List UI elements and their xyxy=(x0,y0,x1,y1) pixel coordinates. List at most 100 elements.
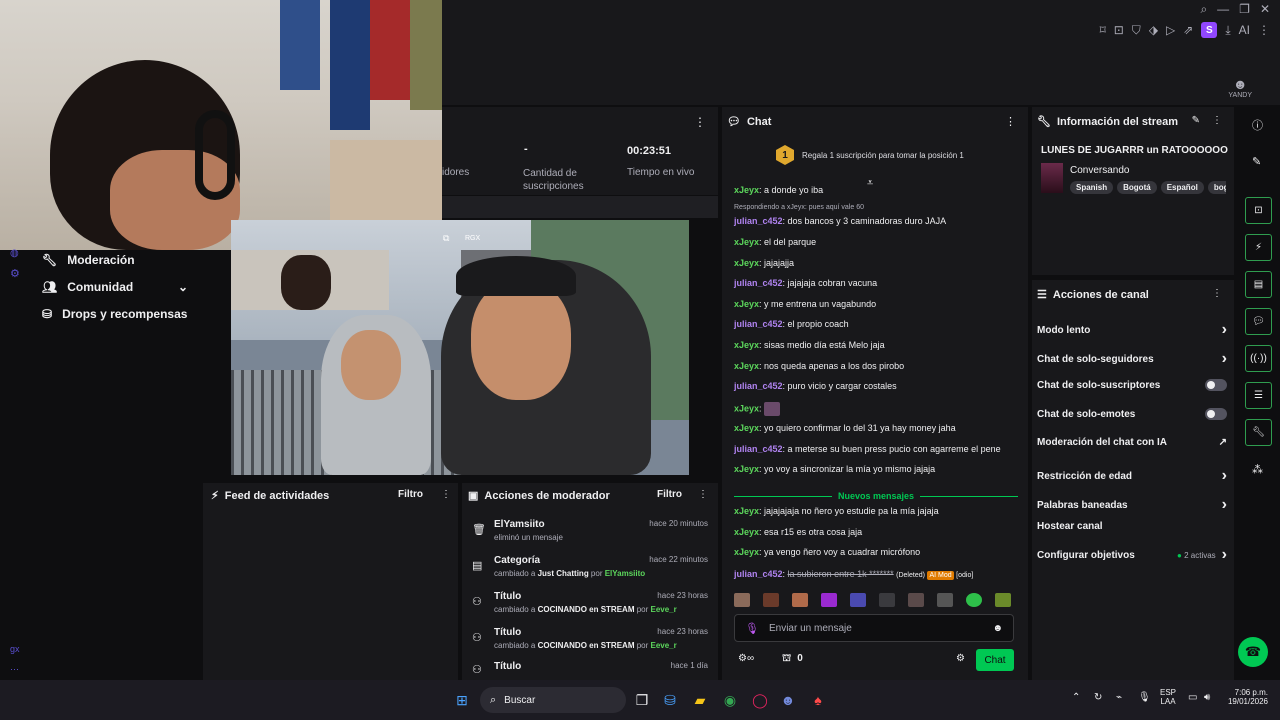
ai-button[interactable]: AI xyxy=(1239,23,1250,37)
emote[interactable] xyxy=(908,593,924,607)
chat-username[interactable]: julian_c452 xyxy=(734,278,783,288)
tag[interactable]: bog xyxy=(1207,181,1226,194)
network-icon[interactable]: ⌁ xyxy=(1116,692,1122,703)
minimize-icon[interactable]: — xyxy=(1217,2,1229,17)
mod-action-row[interactable]: ⚇ Título cambiado a COCINANDO en STREAM … xyxy=(472,591,708,614)
chat-username[interactable]: xJeyx xyxy=(734,547,759,557)
emote[interactable] xyxy=(966,593,982,607)
scroll-down-icon[interactable]: ⩡ xyxy=(867,177,873,190)
chat-username[interactable]: xJeyx xyxy=(734,361,759,371)
canal-row-5[interactable]: Moderación del chat con IA ↗ xyxy=(1037,437,1227,448)
mod-action-row[interactable]: 🗑︎ ElYamsiito eliminó un mensaje hace 20… xyxy=(472,519,708,542)
broadcast-icon[interactable]: ((·)) xyxy=(1245,345,1272,372)
windows-start-icon[interactable]: ⊞ xyxy=(450,688,474,712)
chat-username[interactable]: xJeyx xyxy=(734,258,759,268)
chat-message[interactable]: xJeyx: jajajajja xyxy=(734,258,794,268)
chat-message[interactable]: julian_c452: dos bancos y 3 caminadoras … xyxy=(734,216,946,226)
channel-points[interactable]: ⛫ 0 xyxy=(782,653,803,666)
tag-icon[interactable]: ⬗ xyxy=(1149,23,1158,37)
bolt-icon[interactable]: ⚡︎ xyxy=(1245,234,1272,261)
chat-message[interactable]: xJeyx: sisas medio día está Melo jaja xyxy=(734,340,885,350)
canal-row-2[interactable]: Chat de solo-seguidores › xyxy=(1037,350,1227,368)
document-icon[interactable]: ▤ xyxy=(1245,271,1272,298)
more-dots-icon[interactable]: ⋯ xyxy=(10,664,19,675)
bookmark-icon[interactable]: ⌑ xyxy=(1100,23,1106,37)
tray-chevron-icon[interactable]: ⌃ xyxy=(1072,692,1080,703)
chat-username[interactable]: julian_c452 xyxy=(734,319,783,329)
play-icon[interactable]: ▷ xyxy=(1166,23,1175,37)
chat-username[interactable]: xJeyx xyxy=(734,464,759,474)
display-icon[interactable]: ▭ xyxy=(1188,692,1197,703)
chat-settings-icon[interactable]: ⚙ xyxy=(956,653,965,664)
sync-icon[interactable]: ↻ xyxy=(1094,692,1102,703)
modact-filter-button[interactable]: Filtro xyxy=(657,489,682,500)
group-icon[interactable]: ⁂ xyxy=(1252,463,1263,476)
chat-message[interactable]: julian_c452: puro vicio y cargar costale… xyxy=(734,381,897,391)
chat-username[interactable]: julian_c452 xyxy=(734,216,783,226)
avatar[interactable]: S xyxy=(1201,22,1218,38)
tag[interactable]: Spanish xyxy=(1070,181,1114,194)
mic-icon[interactable]: 🎙︎ xyxy=(1138,692,1151,703)
emote[interactable] xyxy=(763,593,779,607)
emote[interactable] xyxy=(734,593,750,607)
crop-icon[interactable]: ⊡ xyxy=(1114,23,1124,37)
chat-username[interactable]: xJeyx xyxy=(734,237,759,247)
chat-message[interactable]: xJeyx: y me entrena un vagabundo xyxy=(734,299,876,309)
chat-username[interactable]: xJeyx xyxy=(734,423,759,433)
list-icon[interactable]: ☰ xyxy=(1245,382,1272,409)
mod-tools-icon[interactable]: ⚙∞ xyxy=(738,653,754,664)
chat-username[interactable]: xJeyx xyxy=(734,506,759,516)
more-icon[interactable]: ⋮ xyxy=(694,115,706,129)
emoji-icon[interactable]: ☻ xyxy=(992,623,1003,634)
chrome-icon[interactable]: ◉ xyxy=(718,688,742,712)
modact-more-icon[interactable]: ⋮ xyxy=(698,489,708,500)
shield-icon[interactable]: ⛉ xyxy=(1132,23,1141,38)
app-icon[interactable]: ♠ xyxy=(806,688,830,712)
search-icon[interactable]: ⌕ xyxy=(1200,2,1207,17)
microphone-icon[interactable]: 🎙︎ xyxy=(745,622,759,635)
toggle-switch[interactable] xyxy=(1205,379,1227,391)
emote[interactable] xyxy=(821,593,837,607)
opera-icon[interactable]: ◯ xyxy=(748,688,772,712)
toggle-switch[interactable] xyxy=(1205,408,1227,420)
chat-more-icon[interactable]: ⋮ xyxy=(1005,115,1016,128)
feed-more-icon[interactable]: ⋮ xyxy=(441,489,451,500)
emote[interactable] xyxy=(937,593,953,607)
chat-username[interactable]: xJeyx xyxy=(734,299,759,309)
emote[interactable] xyxy=(879,593,895,607)
chat-message[interactable]: julian_c452: a meterse su buen press puc… xyxy=(734,444,1001,454)
chat-message[interactable]: xJeyx: el del parque xyxy=(734,237,816,247)
chat-username[interactable]: xJeyx xyxy=(734,340,759,350)
emote[interactable] xyxy=(792,593,808,607)
emote[interactable] xyxy=(850,593,866,607)
language-indicator[interactable]: ESP LAA xyxy=(1160,688,1176,706)
chat-message[interactable]: xJeyx: jajajajaja no ñero yo estudie pa … xyxy=(734,506,939,516)
chat-username[interactable]: xJeyx xyxy=(734,185,759,195)
pencil-icon[interactable]: ✎ xyxy=(1252,155,1261,168)
chat-message[interactable]: xJeyx: yo quiero confirmar lo del 31 ya … xyxy=(734,423,956,433)
mod-action-row[interactable]: ⚇ Título cambiado a COCINANDO en STREAM … xyxy=(472,627,708,650)
canal-row-8[interactable]: Hostear canal xyxy=(1037,521,1227,532)
canal-row-6[interactable]: Restricción de edad › xyxy=(1037,467,1227,485)
canal-more-icon[interactable]: ⋮ xyxy=(1212,288,1222,299)
close-icon[interactable]: ✕ xyxy=(1260,2,1270,17)
task-view-icon[interactable]: ❐ xyxy=(630,688,654,712)
info-icon[interactable]: ⓘ xyxy=(1252,117,1263,133)
settings-icon[interactable]: ⚙ xyxy=(10,267,20,280)
store-icon[interactable]: ⛁ xyxy=(658,688,682,712)
mod-action-row[interactable]: ⚇ Título hace 1 día xyxy=(472,661,708,676)
emote[interactable] xyxy=(764,402,781,416)
sidebar-item-drops[interactable]: ⛁ Drops y recompensas xyxy=(42,307,187,321)
mod-action-row[interactable]: ▤ Categoría cambiado a Just Chatting por… xyxy=(472,555,708,578)
share-icon[interactable]: ⇗ xyxy=(1183,23,1193,37)
chat-username[interactable]: julian_c452 xyxy=(734,444,783,454)
folder-icon[interactable]: ▰ xyxy=(688,688,712,712)
info-more-icon[interactable]: ⋮ xyxy=(1212,115,1222,126)
gift-leaderboard-banner[interactable]: 1 Regala 1 suscripción para tomar la pos… xyxy=(776,145,964,165)
chat-message[interactable]: xJeyx: esa r15 es otra cosa jaja xyxy=(734,527,862,537)
volume-icon[interactable]: 🔊︎ xyxy=(1204,692,1210,703)
sidebar-item-moderacion[interactable]: 🔧︎ Moderación xyxy=(42,253,135,267)
category-name[interactable]: Conversando xyxy=(1070,165,1129,176)
chat-input[interactable]: 🎙︎ Enviar un mensaje ☻ xyxy=(734,614,1014,642)
chat-icon[interactable]: 💬︎ xyxy=(1245,308,1272,335)
